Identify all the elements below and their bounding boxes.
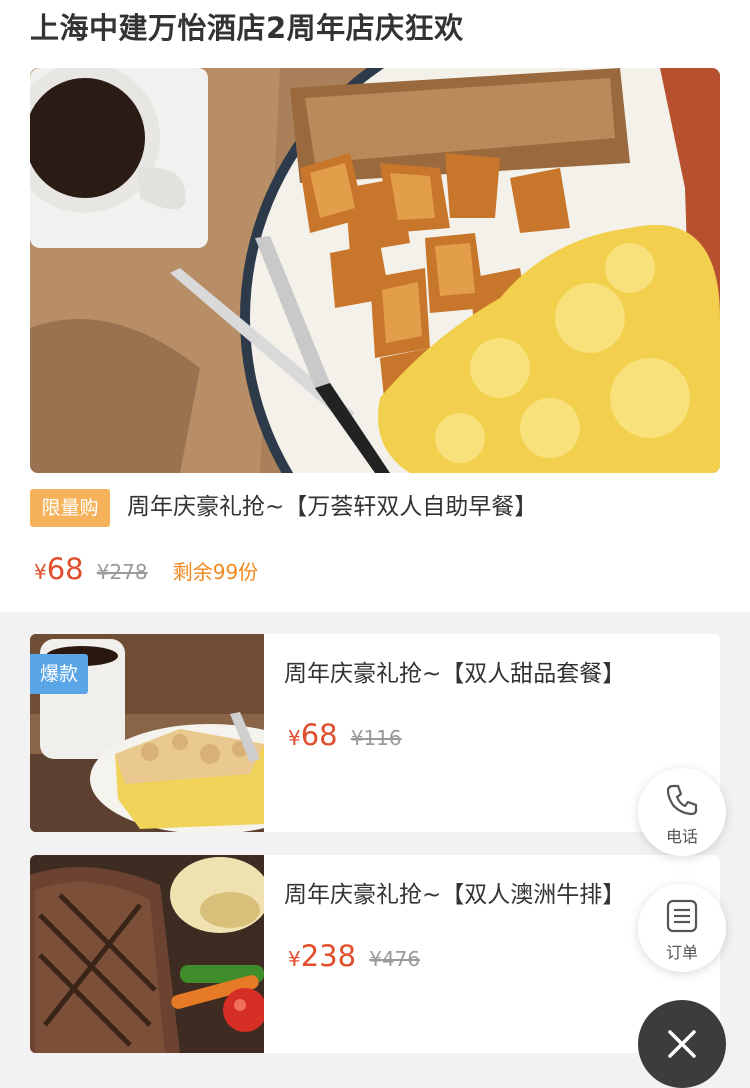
hot-badge: 爆款 xyxy=(30,654,88,694)
order-list-icon xyxy=(666,899,698,933)
product-item-dessert[interactable]: 爆款 周年庆豪礼抢~【双人甜品套餐】 ¥68 ¥116 xyxy=(30,634,720,832)
featured-card[interactable]: 上海中建万怡酒店2周年店庆狂欢 限量购 周年庆豪礼抢~【万荟轩双人自助早餐】 ¥… xyxy=(0,0,750,612)
item-title[interactable]: 周年庆豪礼抢~【双人甜品套餐】 xyxy=(284,656,625,692)
price-currency: ¥ xyxy=(288,726,301,750)
phone-button[interactable]: 电话 xyxy=(638,768,726,856)
order-label: 订单 xyxy=(665,943,698,962)
price-value: 238 xyxy=(300,939,357,973)
price-currency: ¥ xyxy=(288,947,301,971)
close-icon xyxy=(668,1030,696,1058)
original-price: ¥278 xyxy=(96,560,148,584)
featured-title[interactable]: 周年庆豪礼抢~【万荟轩双人自助早餐】 xyxy=(127,487,537,527)
product-item-steak[interactable]: 周年庆豪礼抢~【双人澳洲牛排】 ¥238 ¥476 xyxy=(30,855,720,1053)
steak-image xyxy=(30,855,270,1053)
stock-remaining: 剩余99份 xyxy=(172,560,259,584)
phone-icon xyxy=(666,784,698,816)
phone-label: 电话 xyxy=(665,827,698,846)
original-price: ¥116 xyxy=(350,726,402,750)
featured-image[interactable] xyxy=(30,68,720,473)
page-title: 上海中建万怡酒店2周年店庆狂欢 xyxy=(30,11,464,45)
price-value: 68 xyxy=(46,552,84,586)
item-price-row: ¥68 ¥116 xyxy=(288,718,402,752)
close-button[interactable] xyxy=(638,1000,726,1088)
featured-price-row: ¥68 ¥278 剩余99份 xyxy=(34,552,258,592)
item-title[interactable]: 周年庆豪礼抢~【双人澳洲牛排】 xyxy=(284,877,625,913)
original-price: ¥476 xyxy=(369,947,421,971)
limited-tag: 限量购 xyxy=(30,489,110,527)
price-currency: ¥ xyxy=(34,560,47,584)
order-button[interactable]: 订单 xyxy=(638,884,726,972)
price-value: 68 xyxy=(300,718,338,752)
item-price-row: ¥238 ¥476 xyxy=(288,939,420,973)
